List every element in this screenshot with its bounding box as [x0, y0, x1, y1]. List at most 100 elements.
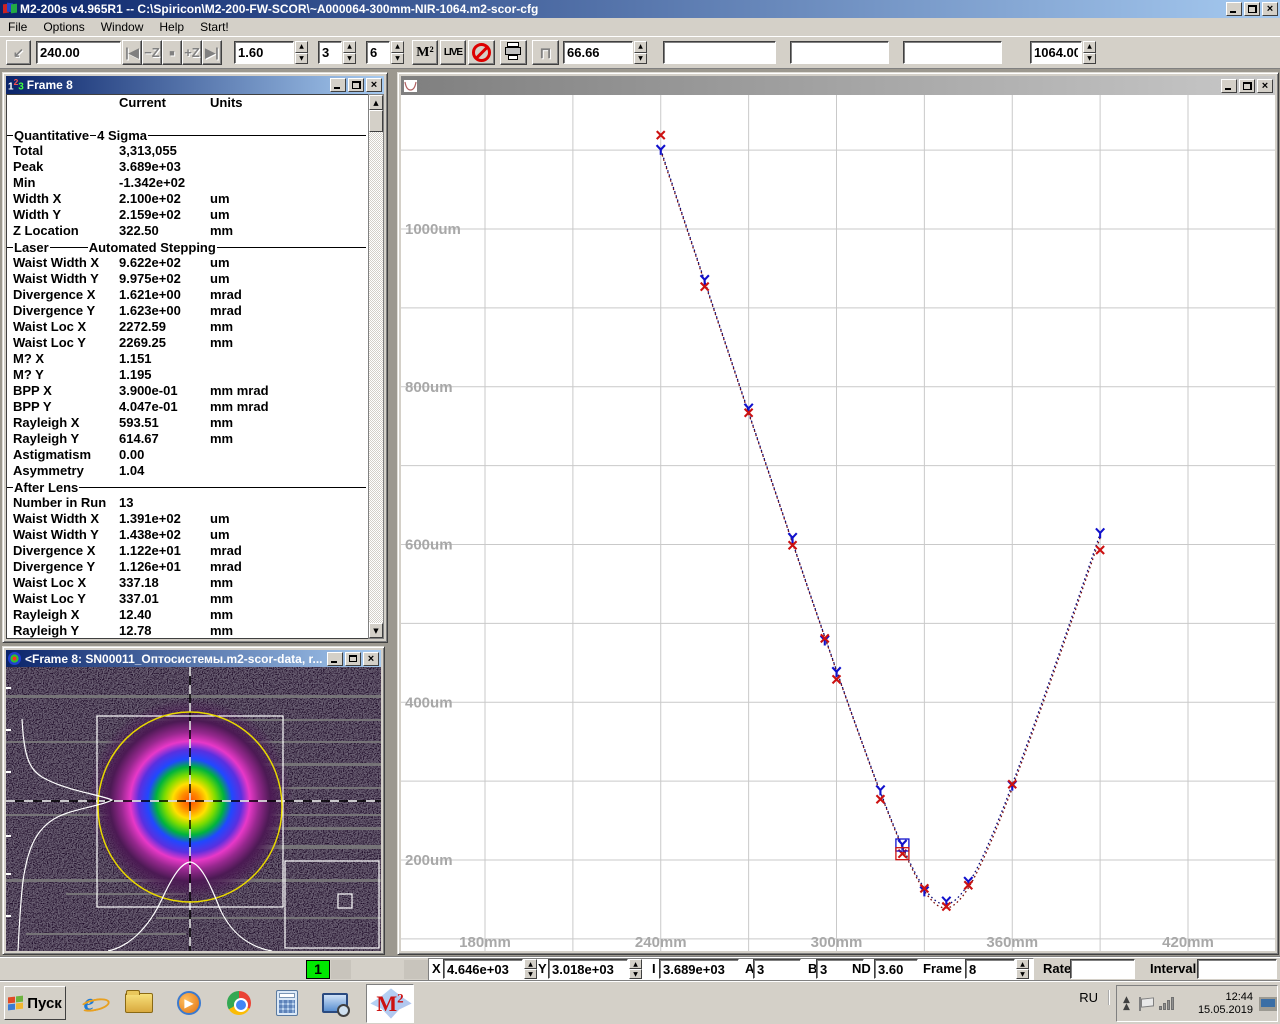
- desktop: M2-200s v4.965R1 -- C:\Spiricon\M2-200-F…: [0, 0, 1280, 1024]
- title-bar: M2-200s v4.965R1 -- C:\Spiricon\M2-200-F…: [0, 0, 1280, 18]
- beam-image: [6, 667, 381, 951]
- status-field-nd[interactable]: [874, 959, 918, 979]
- beam-window-title: <Frame 8: SN00011_Оптосистемы.m2-scor-da…: [25, 652, 325, 666]
- status-field-x[interactable]: [443, 959, 523, 979]
- frames-spinner[interactable]: ▲▼: [391, 41, 404, 64]
- extra-input-1[interactable]: [663, 41, 776, 64]
- toolbar: ↙ |◀ −Z ■ +Z ▶| ▲▼ ▲▼ ▲▼ M² LIVE ⊓ ▲▼ ▲▼: [0, 36, 1280, 69]
- wavelength-spinner[interactable]: ▲▼: [1083, 41, 1096, 64]
- table-row: BPP X3.900e-01mm mrad: [7, 383, 368, 399]
- x-axis-tick-label: 180mm: [459, 934, 511, 951]
- tray-expand-icon[interactable]: ▲▲: [1123, 997, 1130, 1011]
- beam-image-area[interactable]: [6, 667, 381, 951]
- step-minus-z-button[interactable]: −Z: [142, 40, 162, 65]
- frame8-minimize-button[interactable]: [330, 78, 346, 92]
- beam-titlebar[interactable]: <Frame 8: SN00011_Оптосистемы.m2-scor-da…: [6, 650, 381, 667]
- x-axis-tick-label: 300mm: [811, 934, 863, 951]
- menu-item-window[interactable]: Window: [93, 18, 152, 36]
- gain-input[interactable]: [563, 41, 633, 64]
- m2-calc-button[interactable]: M²: [412, 40, 438, 65]
- table-row: Z Location322.50mm: [7, 223, 368, 239]
- plot-background: [401, 95, 1275, 951]
- print-button[interactable]: [500, 40, 527, 65]
- status-field-y[interactable]: [548, 959, 628, 979]
- table-row: BPP Y4.047e-01mm mrad: [7, 399, 368, 415]
- table-row: Rayleigh X12.40mm: [7, 607, 368, 623]
- calculator-icon[interactable]: [270, 985, 304, 1021]
- x-axis-tick-label: 240mm: [635, 934, 687, 951]
- chart-close-button[interactable]: ×: [1257, 79, 1273, 93]
- table-row: Rayleigh Y12.78mm: [7, 623, 368, 639]
- menu-item-options[interactable]: Options: [35, 18, 92, 36]
- restore-button[interactable]: [1244, 2, 1260, 16]
- step-first-button[interactable]: |◀: [122, 40, 142, 65]
- media-player-icon[interactable]: ▶: [172, 985, 206, 1021]
- menu-item-file[interactable]: File: [0, 18, 35, 36]
- status-field-rate[interactable]: [1070, 959, 1135, 979]
- close-button[interactable]: ×: [1262, 2, 1278, 16]
- chart-restore-button[interactable]: [1239, 79, 1255, 93]
- status-field-frame[interactable]: [965, 959, 1015, 979]
- extra-input-2[interactable]: [790, 41, 889, 64]
- step-last-button[interactable]: ▶|: [202, 40, 222, 65]
- chart-minimize-button[interactable]: [1221, 79, 1237, 93]
- beam-close-button[interactable]: ×: [363, 652, 379, 666]
- extra-input-3[interactable]: [903, 41, 1002, 64]
- menu-item-start[interactable]: Start!: [192, 18, 237, 36]
- beam-maximize-button[interactable]: [345, 652, 361, 666]
- status-spinner-frame[interactable]: ▲▼: [1016, 959, 1029, 979]
- wavelength-input[interactable]: [1030, 41, 1082, 64]
- zoom-spinner[interactable]: ▲▼: [295, 41, 308, 64]
- step-plus-z-button[interactable]: +Z: [182, 40, 202, 65]
- status-field-i[interactable]: [659, 959, 739, 979]
- zoom-input[interactable]: [234, 41, 294, 64]
- scroll-thumb[interactable]: [369, 110, 383, 132]
- status-field-interval[interactable]: [1197, 959, 1277, 979]
- z-position-input[interactable]: [36, 41, 121, 64]
- live-button[interactable]: LIVE: [440, 40, 466, 65]
- chart-titlebar[interactable]: ×: [401, 76, 1275, 95]
- beam-profile-window: <Frame 8: SN00011_Оптосистемы.m2-scor-da…: [2, 646, 385, 955]
- network-signal-icon[interactable]: [1159, 997, 1174, 1010]
- app-status-bar: 1 X▲▼Y▲▼IABNDFrame▲▼RateInterval: [0, 956, 1280, 981]
- table-row: Waist Width Y1.438e+02um: [7, 527, 368, 543]
- status-field-a[interactable]: [753, 959, 801, 979]
- bench-button[interactable]: ⊓: [532, 40, 559, 65]
- internet-explorer-icon[interactable]: e: [72, 985, 106, 1021]
- chrome-icon[interactable]: [222, 985, 256, 1021]
- beam-minimize-button[interactable]: [327, 652, 343, 666]
- start-button[interactable]: Пуск: [4, 986, 66, 1020]
- x-axis-tick-label: 360mm: [986, 934, 1038, 951]
- average-spinner[interactable]: ▲▼: [343, 41, 356, 64]
- table-row: Divergence Y1.623e+00mrad: [7, 303, 368, 319]
- tray-clock[interactable]: 12:44 15.05.2019: [1178, 991, 1253, 1017]
- menu-item-help[interactable]: Help: [151, 18, 192, 36]
- status-spinner-x[interactable]: ▲▼: [524, 959, 537, 979]
- scroll-down-button[interactable]: ▼: [369, 623, 383, 638]
- stop-capture-button[interactable]: [468, 40, 495, 65]
- frames-input[interactable]: [366, 41, 390, 64]
- m2-app-task-button[interactable]: M2: [366, 984, 414, 1023]
- stop-button[interactable]: ■: [162, 40, 182, 65]
- minimize-button[interactable]: [1226, 2, 1242, 16]
- frame8-scrollbar[interactable]: ▲ ▼: [368, 94, 384, 639]
- menu-bar: FileOptionsWindowHelpStart!: [0, 18, 1280, 36]
- frame8-restore-button[interactable]: [348, 78, 364, 92]
- frame8-titlebar[interactable]: 123 Frame 8 ×: [6, 76, 384, 94]
- language-indicator[interactable]: RU: [1079, 990, 1110, 1005]
- gain-spinner[interactable]: ▲▼: [634, 41, 647, 64]
- windows-logo-icon: [8, 996, 24, 1011]
- table-row: Waist Loc Y2269.25mm: [7, 335, 368, 351]
- status-spinner-y[interactable]: ▲▼: [629, 959, 642, 979]
- average-input[interactable]: [318, 41, 342, 64]
- column-header-row: CurrentUnits: [7, 95, 368, 111]
- show-desktop-icon[interactable]: [1259, 997, 1277, 1011]
- file-explorer-icon[interactable]: [122, 985, 156, 1021]
- search-tool-icon[interactable]: [318, 985, 352, 1021]
- scroll-up-button[interactable]: ▲: [369, 95, 383, 110]
- section-header: After Lens: [7, 479, 368, 495]
- return-to-start-button[interactable]: ↙: [6, 40, 31, 65]
- frame8-close-button[interactable]: ×: [366, 78, 382, 92]
- tray-flag-icon[interactable]: [1138, 997, 1154, 1011]
- chart-plot-area[interactable]: 1000um800um600um400um200um180mm240mm300m…: [401, 95, 1275, 951]
